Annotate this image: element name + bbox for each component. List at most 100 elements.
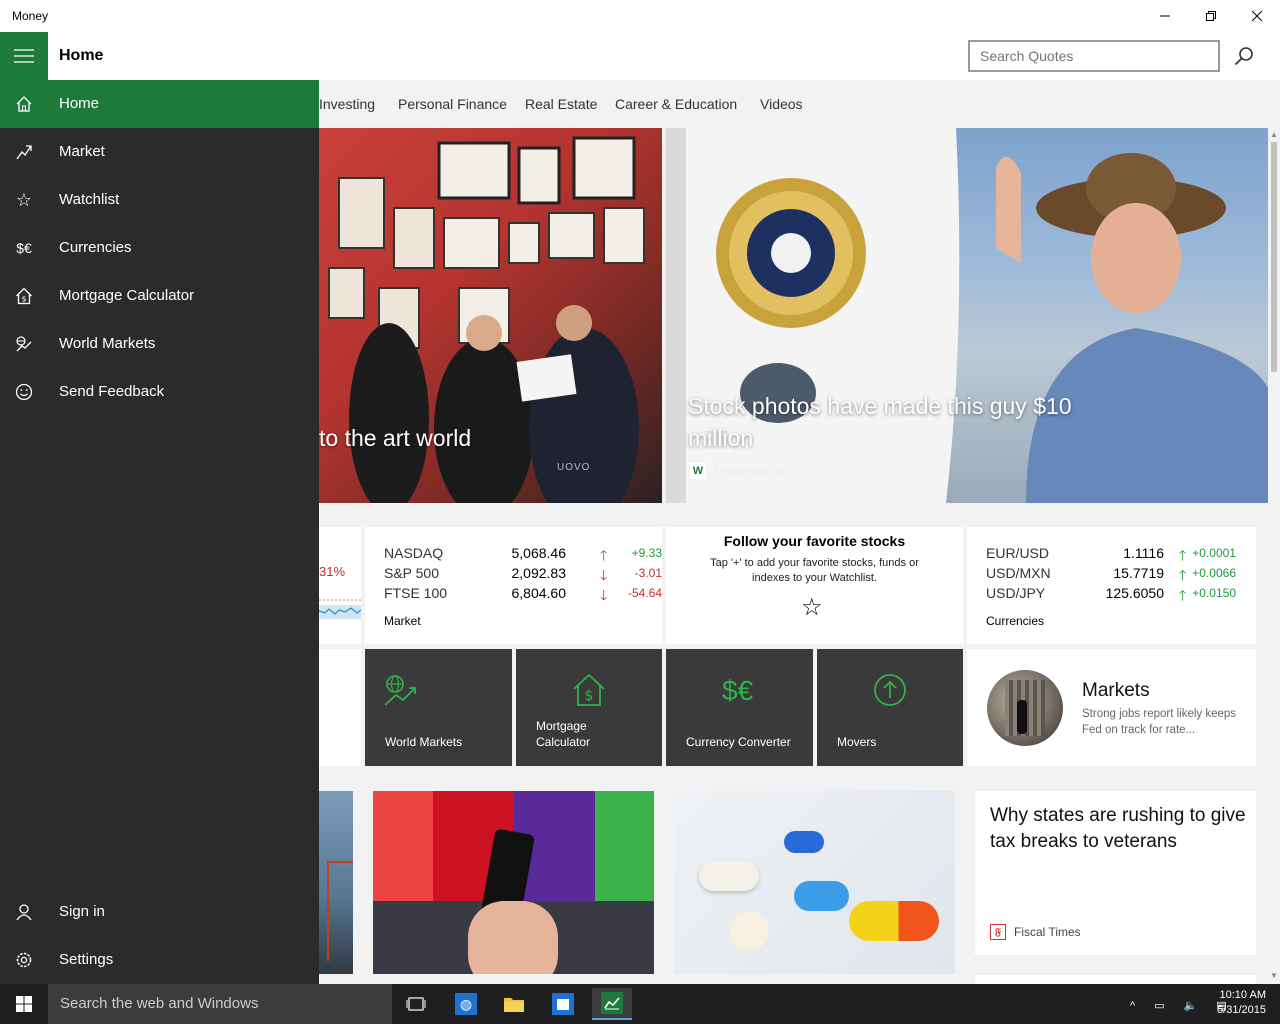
scroll-down-icon[interactable]: ▼ (1270, 971, 1278, 980)
nav-item-home[interactable]: Home (0, 80, 319, 128)
mortgage-calculator-label: Mortgage Calculator (536, 719, 591, 749)
mortgage-icon: $ (14, 286, 34, 306)
minimize-button[interactable] (1142, 0, 1188, 32)
quote-name: S&P 500 (384, 565, 440, 581)
watchlist-card[interactable]: Follow your favorite stocks Tap '+' to a… (666, 527, 963, 644)
tab-personal-finance[interactable]: Personal Finance (398, 96, 507, 112)
quote-value: 6,804.60 (511, 585, 567, 601)
quote-value: 2,092.83 (511, 565, 567, 581)
article-headline: Why states are rushing to give tax break… (990, 805, 1246, 852)
watchlist-title: Follow your favorite stocks (723, 533, 906, 549)
nav-label: Market (59, 143, 105, 160)
currency-change: +0.0066 (1192, 566, 1236, 580)
currencies-card[interactable]: EUR/USD 1.1116 🡑 +0.0001 USD/MXN 15.7719… (967, 527, 1256, 644)
task-view-icon (406, 997, 426, 1011)
arrow-down-icon: 🡓 (600, 587, 608, 603)
nav-item-watchlist[interactable]: ☆ Watchlist (0, 176, 319, 224)
close-button[interactable] (1234, 0, 1280, 32)
nav-item-settings[interactable]: Settings (0, 936, 319, 984)
vertical-scrollbar[interactable]: ▲ ▼ (1268, 128, 1280, 984)
quote-change: +9.33 (631, 546, 662, 560)
taskbar-clock[interactable]: 10:10 AM 5/31/2015 (1217, 988, 1266, 1018)
currency-converter-tile[interactable]: $€ Currency Converter (666, 649, 813, 766)
gear-icon (14, 950, 34, 970)
hero-right-source: W MarketWatch (690, 463, 784, 479)
taskbar-money-button[interactable] (592, 988, 632, 1020)
taskbar-file-explorer-button[interactable] (494, 988, 534, 1020)
currency-icon: $€ (722, 675, 754, 706)
tab-videos[interactable]: Videos (760, 96, 803, 112)
tab-career-education[interactable]: Career & Education (615, 96, 737, 112)
search-button[interactable] (1228, 40, 1260, 72)
nav-item-currencies[interactable]: $€ Currencies (0, 224, 319, 272)
taskbar-browser-button[interactable]: ◍ (446, 988, 486, 1020)
browser-icon: ◍ (455, 993, 477, 1015)
nav-item-send-feedback[interactable]: Send Feedback (0, 368, 319, 416)
quote-name: FTSE 100 (384, 585, 448, 601)
article-card[interactable]: Why states are rushing to give tax break… (975, 791, 1256, 955)
app-header: Home (0, 32, 1280, 80)
title-bar: Money (0, 0, 1280, 32)
currency-change: +0.0150 (1192, 586, 1236, 600)
minimize-icon (1160, 15, 1170, 17)
source-name: MarketWatch (714, 464, 785, 478)
restore-button[interactable] (1188, 0, 1234, 32)
nav-item-world-markets[interactable]: World Markets (0, 320, 319, 368)
currency-name: EUR/USD (986, 545, 1050, 561)
currency-value: 1.1116 (1123, 545, 1164, 561)
star-icon: ☆ (15, 189, 33, 210)
taskbar-store-button[interactable] (543, 988, 583, 1020)
nav-label: Send Feedback (59, 383, 165, 400)
nav-item-market[interactable]: Market (0, 128, 319, 176)
currency-name: USD/MXN (986, 565, 1051, 581)
pills-article-image[interactable] (674, 791, 955, 974)
markets-news-card[interactable]: Markets Strong jobs report likely keeps … (967, 649, 1256, 766)
article-source: 𝔉 Fiscal Times (990, 924, 1081, 940)
nav-item-mortgage-calculator[interactable]: $ Mortgage Calculator (0, 272, 319, 320)
tab-investing[interactable]: Investing (319, 96, 375, 112)
sparkline-icon (319, 599, 361, 619)
streaming-article-image[interactable] (373, 791, 654, 974)
nav-label: World Markets (59, 335, 156, 352)
scroll-thumb[interactable] (1271, 142, 1277, 372)
markets-news-thumbnail (987, 670, 1063, 746)
tab-real-estate[interactable]: Real Estate (525, 96, 597, 112)
hamburger-menu-button[interactable] (0, 32, 48, 80)
hero-article-right[interactable]: Stock photos have made this guy $10 mill… (666, 128, 1268, 503)
nav-item-sign-in[interactable]: Sign in (0, 888, 319, 936)
scroll-up-icon[interactable]: ▲ (1270, 130, 1278, 139)
partial-card-2[interactable] (319, 649, 361, 766)
quote-change: -3.01 (634, 566, 662, 580)
search-quotes-input[interactable] (968, 40, 1220, 72)
market-card[interactable]: NASDAQ 5,068.46 🡑 +9.33 S&P 500 2,092.83… (365, 527, 662, 644)
marketwatch-logo-icon: W (690, 463, 706, 479)
world-markets-tile[interactable]: World Markets (365, 649, 512, 766)
quote-name: NASDAQ (384, 545, 444, 561)
clock-date: 5/31/2015 (1217, 1004, 1266, 1016)
person-icon (14, 902, 34, 922)
svg-text:$: $ (21, 295, 26, 304)
currency-converter-label: Currency Converter (686, 735, 791, 749)
next-article-card[interactable] (975, 975, 1256, 984)
hero-article-left[interactable]: to the art world UOVO (319, 128, 662, 503)
partial-card[interactable]: 31% (319, 527, 361, 644)
markets-news-title: Markets (1082, 680, 1150, 701)
partial-article-image[interactable] (319, 791, 353, 974)
currency-value: 15.7719 (1113, 565, 1164, 581)
arrow-up-circle-icon (874, 674, 906, 706)
start-button[interactable] (0, 984, 48, 1024)
task-view-button[interactable] (396, 988, 436, 1020)
windows-logo-icon (16, 996, 32, 1012)
movers-tile[interactable]: Movers (817, 649, 963, 766)
star-icon[interactable]: ☆ (801, 593, 823, 622)
mortgage-calculator-tile[interactable]: $ Mortgage Calculator (516, 649, 662, 766)
nav-label: Settings (59, 951, 114, 968)
globe-chart-icon (14, 334, 34, 354)
taskbar-search-box[interactable]: Search the web and Windows (48, 984, 392, 1024)
market-card-label: Market (384, 614, 421, 628)
image-watermark: UOVO (557, 462, 591, 473)
markets-news-body: Strong jobs report likely keeps Fed on t… (1082, 708, 1237, 736)
mortgage-house-icon: $ (573, 673, 605, 706)
clock-time: 10:10 AM (1219, 989, 1266, 1001)
nav-label: Sign in (59, 903, 105, 920)
